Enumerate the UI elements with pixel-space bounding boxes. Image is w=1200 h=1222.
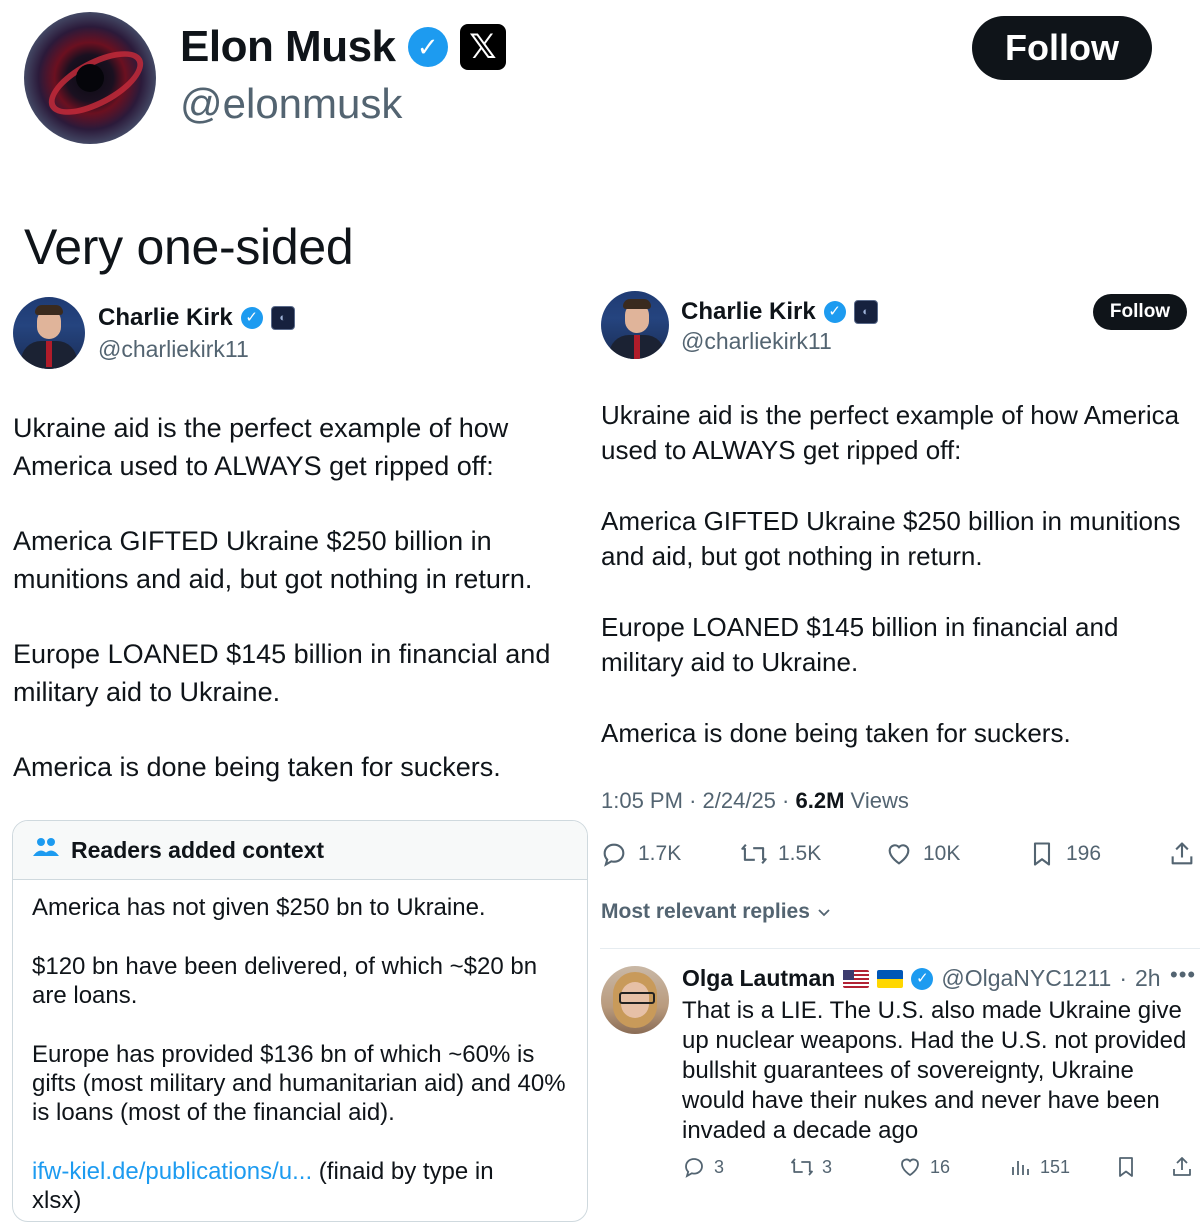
right-author-name[interactable]: Charlie Kirk — [681, 298, 816, 326]
post-views-label: Views — [850, 788, 909, 813]
olga-avatar[interactable] — [601, 966, 669, 1034]
reply-icon — [603, 843, 625, 867]
repost-icon — [741, 843, 767, 865]
quote-tweet-text: Very one-sided — [24, 219, 354, 275]
post-date[interactable]: 2/24/25 — [703, 788, 776, 813]
more-options-icon[interactable]: ••• — [1170, 962, 1196, 988]
right-post-line: used to ALWAYS get ripped off: — [601, 435, 962, 465]
repost-button[interactable]: 1.5K — [740, 836, 821, 872]
reply-bookmark-button[interactable] — [1114, 1152, 1138, 1182]
left-author-handle[interactable]: @charliekirk11 — [98, 336, 249, 363]
replies-filter-dropdown[interactable]: Most relevant replies — [601, 900, 832, 924]
reply-text: That is a LIE. The U.S. also made Ukrain… — [682, 997, 1187, 1144]
repost-icon — [791, 1158, 813, 1176]
note-source-cut-line: xlsx) — [32, 1187, 82, 1214]
post-meta: 1:05 PM · 2/24/25 · 6.2M Views — [601, 788, 909, 813]
bookmark-icon — [1033, 842, 1051, 866]
repost-count: 1.5K — [778, 842, 822, 865]
reply-like-count: 16 — [930, 1156, 951, 1177]
share-icon — [1173, 1157, 1191, 1176]
views-icon — [1012, 1161, 1029, 1175]
reply-views-button[interactable]: 151 — [1008, 1152, 1070, 1182]
reply-repost-count: 3 — [822, 1156, 833, 1177]
elon-avatar[interactable] — [24, 12, 156, 144]
reply-author-handle[interactable]: @OlgaNYC1211 — [941, 965, 1111, 992]
people-icon — [33, 836, 59, 864]
post-time[interactable]: 1:05 PM — [601, 788, 683, 813]
bookmark-icon — [1119, 1157, 1133, 1177]
reply-button[interactable]: 1.7K — [600, 836, 681, 872]
elon-display-name[interactable]: Elon Musk — [180, 22, 396, 72]
follow-button[interactable]: Follow — [1093, 294, 1187, 330]
bookmark-count: 196 — [1066, 842, 1102, 865]
right-post-line: America is done being taken for suckers. — [601, 718, 1071, 748]
left-post-line: Europe LOANED $145 billion in financial … — [13, 639, 551, 669]
left-author-name[interactable]: Charlie Kirk — [98, 304, 233, 332]
charlie-kirk-avatar[interactable] — [601, 291, 669, 359]
left-post-line: America GIFTED Ukraine $250 billion in — [13, 526, 492, 556]
affiliate-badge-icon: ◐ — [270, 306, 295, 330]
verified-badge-icon: ✓ — [240, 307, 263, 329]
note-paragraph: Europe has provided $136 bn of which ~60… — [32, 1041, 566, 1126]
note-source-suffix: (finaid by type in — [312, 1158, 494, 1185]
right-post-line: Europe LOANED $145 billion in financial … — [601, 612, 1119, 642]
verified-badge-icon: ✓ — [823, 301, 846, 323]
right-author-name-row: Charlie Kirk ✓ ◐ — [681, 298, 878, 326]
left-post-line: Ukraine aid is the perfect example of ho… — [13, 413, 509, 443]
divider — [600, 948, 1200, 949]
right-post-line: Ukraine aid is the perfect example of ho… — [601, 400, 1180, 430]
like-count: 10K — [923, 842, 961, 865]
chevron-down-icon — [818, 909, 830, 917]
note-source-line: ifw-kiel.de/publications/u... (finaid by… — [32, 1157, 572, 1186]
us-flag-icon — [843, 969, 870, 988]
heart-icon — [888, 844, 910, 865]
elon-name-row: Elon Musk ✓ 𝕏 — [180, 22, 506, 72]
left-post-line: military aid to Ukraine. — [13, 677, 281, 707]
post-actions: 1.7K 1.5K 10K 196 — [600, 836, 1200, 872]
reply-count: 1.7K — [638, 842, 682, 865]
reply-repost-button[interactable]: 3 — [790, 1152, 832, 1182]
like-button[interactable]: 10K — [885, 836, 960, 872]
community-note-header: Readers added context — [13, 821, 587, 880]
right-post-line: and aid, but got nothing in return. — [601, 541, 983, 571]
left-post-line: munitions and aid, but got nothing in re… — [13, 564, 533, 594]
x-logo-icon: 𝕏 — [459, 24, 506, 70]
community-note[interactable]: Readers added context America has not gi… — [12, 820, 588, 1222]
reply-age[interactable]: 2h — [1135, 965, 1161, 992]
reply-header: Olga Lautman ✓ @OlgaNYC1211 · 2h — [682, 965, 1161, 992]
reply-share-button[interactable] — [1170, 1152, 1194, 1182]
right-author-handle[interactable]: @charliekirk11 — [681, 328, 832, 355]
follow-button[interactable]: Follow — [972, 16, 1152, 80]
share-icon — [1171, 842, 1193, 865]
note-source-link[interactable]: ifw-kiel.de/publications/u... — [32, 1158, 312, 1185]
reply-reply-button[interactable]: 3 — [682, 1152, 724, 1182]
verified-badge-icon: ✓ — [911, 967, 934, 990]
replies-filter-label: Most relevant replies — [601, 900, 810, 923]
elon-handle[interactable]: @elonmusk — [180, 80, 402, 128]
left-post-line: America is done being taken for suckers. — [13, 752, 501, 782]
reply-author-name[interactable]: Olga Lautman — [682, 965, 835, 992]
reply-like-button[interactable]: 16 — [898, 1152, 950, 1182]
left-author-name-row: Charlie Kirk ✓ ◐ — [98, 304, 295, 332]
reply-views-count: 151 — [1040, 1156, 1071, 1177]
right-post-line: America GIFTED Ukraine $250 billion in m… — [601, 506, 1181, 536]
share-button[interactable] — [1168, 836, 1196, 872]
affiliate-badge-icon: ◐ — [853, 300, 878, 324]
left-post-line: America used to ALWAYS get ripped off: — [13, 451, 494, 481]
reply-actions: 3 3 16 151 — [682, 1152, 1200, 1182]
ukraine-flag-icon — [877, 969, 904, 988]
post-views-count: 6.2M — [795, 788, 845, 813]
verified-badge-icon: ✓ — [407, 27, 448, 67]
charlie-kirk-avatar[interactable] — [13, 297, 85, 369]
community-note-title: Readers added context — [71, 836, 325, 863]
heart-icon — [901, 1158, 919, 1177]
reply-icon — [685, 1158, 703, 1178]
right-post-line: military aid to Ukraine. — [601, 647, 859, 677]
reply-reply-count: 3 — [714, 1156, 725, 1177]
note-paragraph: America has not given $250 bn to Ukraine… — [32, 894, 486, 921]
bookmark-button[interactable]: 196 — [1028, 836, 1101, 872]
note-paragraph: $120 bn have been delivered, of which ~$… — [32, 953, 538, 1009]
